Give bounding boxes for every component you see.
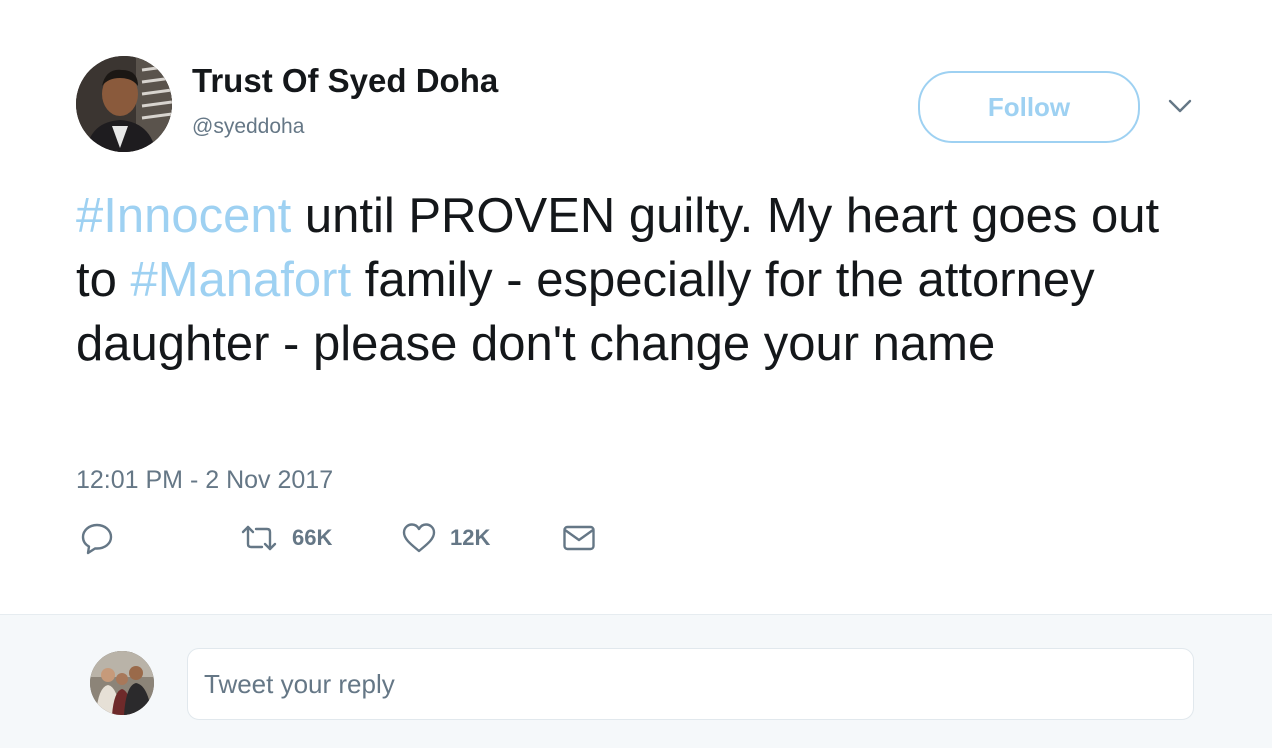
tweet-timestamp[interactable]: 12:01 PM - 2 Nov 2017	[76, 466, 333, 495]
envelope-icon	[562, 524, 596, 552]
heart-icon	[402, 522, 436, 554]
chevron-down-icon[interactable]	[1166, 94, 1194, 118]
tweet-actions: 66K 12K	[76, 518, 636, 558]
reply-bar	[0, 614, 1272, 748]
reply-input[interactable]	[187, 648, 1194, 720]
like-button[interactable]: 12K	[402, 518, 490, 558]
like-count: 12K	[450, 525, 491, 550]
reply-button[interactable]	[80, 518, 114, 558]
current-user-avatar[interactable]	[90, 651, 154, 715]
author-handle[interactable]: @syeddoha	[192, 115, 304, 139]
hashtag-manafort[interactable]: #Manafort	[130, 253, 351, 307]
reply-icon	[80, 521, 114, 555]
author-avatar[interactable]	[76, 56, 172, 152]
tweet-text: #Innocent until PROVEN guilty. My heart …	[76, 184, 1186, 376]
retweet-count: 66K	[292, 525, 333, 550]
direct-message-button[interactable]	[562, 518, 596, 558]
retweet-button[interactable]: 66K	[240, 518, 332, 558]
follow-button[interactable]: Follow	[918, 71, 1140, 143]
tweet-card: Trust Of Syed Doha @syeddoha Follow #Inn…	[0, 0, 1272, 614]
retweet-icon	[240, 523, 278, 553]
author-display-name[interactable]: Trust Of Syed Doha	[192, 62, 498, 100]
hashtag-innocent[interactable]: #Innocent	[76, 189, 291, 243]
